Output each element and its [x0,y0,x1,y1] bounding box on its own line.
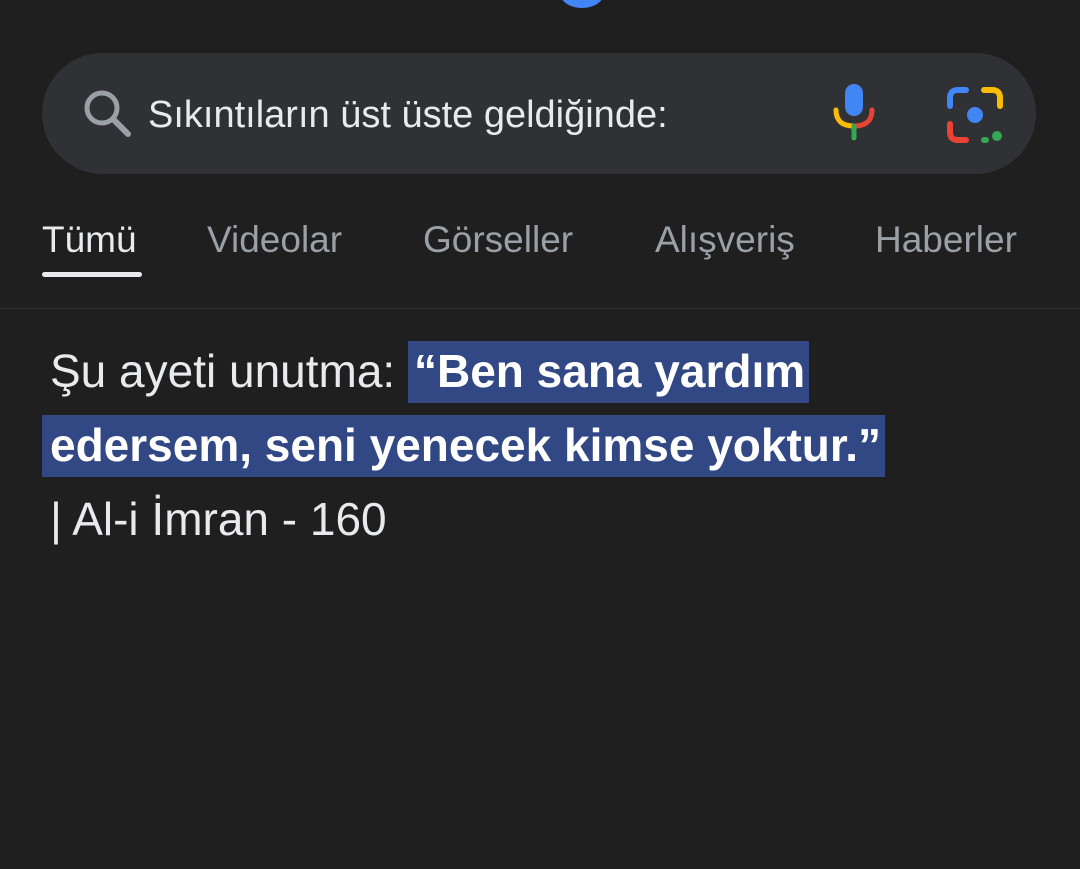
google-logo-fragment [560,0,604,8]
tab-all[interactable]: Tümü [42,218,137,262]
mic-icon[interactable] [826,80,882,144]
tab-images[interactable]: Görseller [423,218,573,262]
tab-news[interactable]: Haberler [875,218,1017,262]
tab-shopping[interactable]: Alışveriş [655,218,795,262]
google-lens-icon[interactable] [942,84,1008,146]
tab-videos[interactable]: Videolar [207,218,342,262]
featured-answer: Şu ayeti unutma: “Ben sana yardım ederse… [42,334,886,556]
answer-line-2: edersem, seni yenecek kimse yoktur.” [42,408,886,482]
answer-line-1: Şu ayeti unutma: “Ben sana yardım [50,334,885,408]
search-tabs: Tümü Videolar Görseller Alışveriş Haberl… [0,200,1080,309]
highlighted-quote-part-2: edersem, seni yenecek kimse yoktur.” [42,415,886,477]
search-input[interactable]: Sıkıntıların üst üste geldiğinde: [148,92,668,138]
active-tab-indicator [42,272,142,277]
answer-intro: Şu ayeti unutma: [50,345,408,397]
search-icon [80,86,136,142]
answer-source: | Al-i İmran - 160 [50,493,387,545]
highlighted-quote-part-1: “Ben sana yardım [407,341,810,403]
